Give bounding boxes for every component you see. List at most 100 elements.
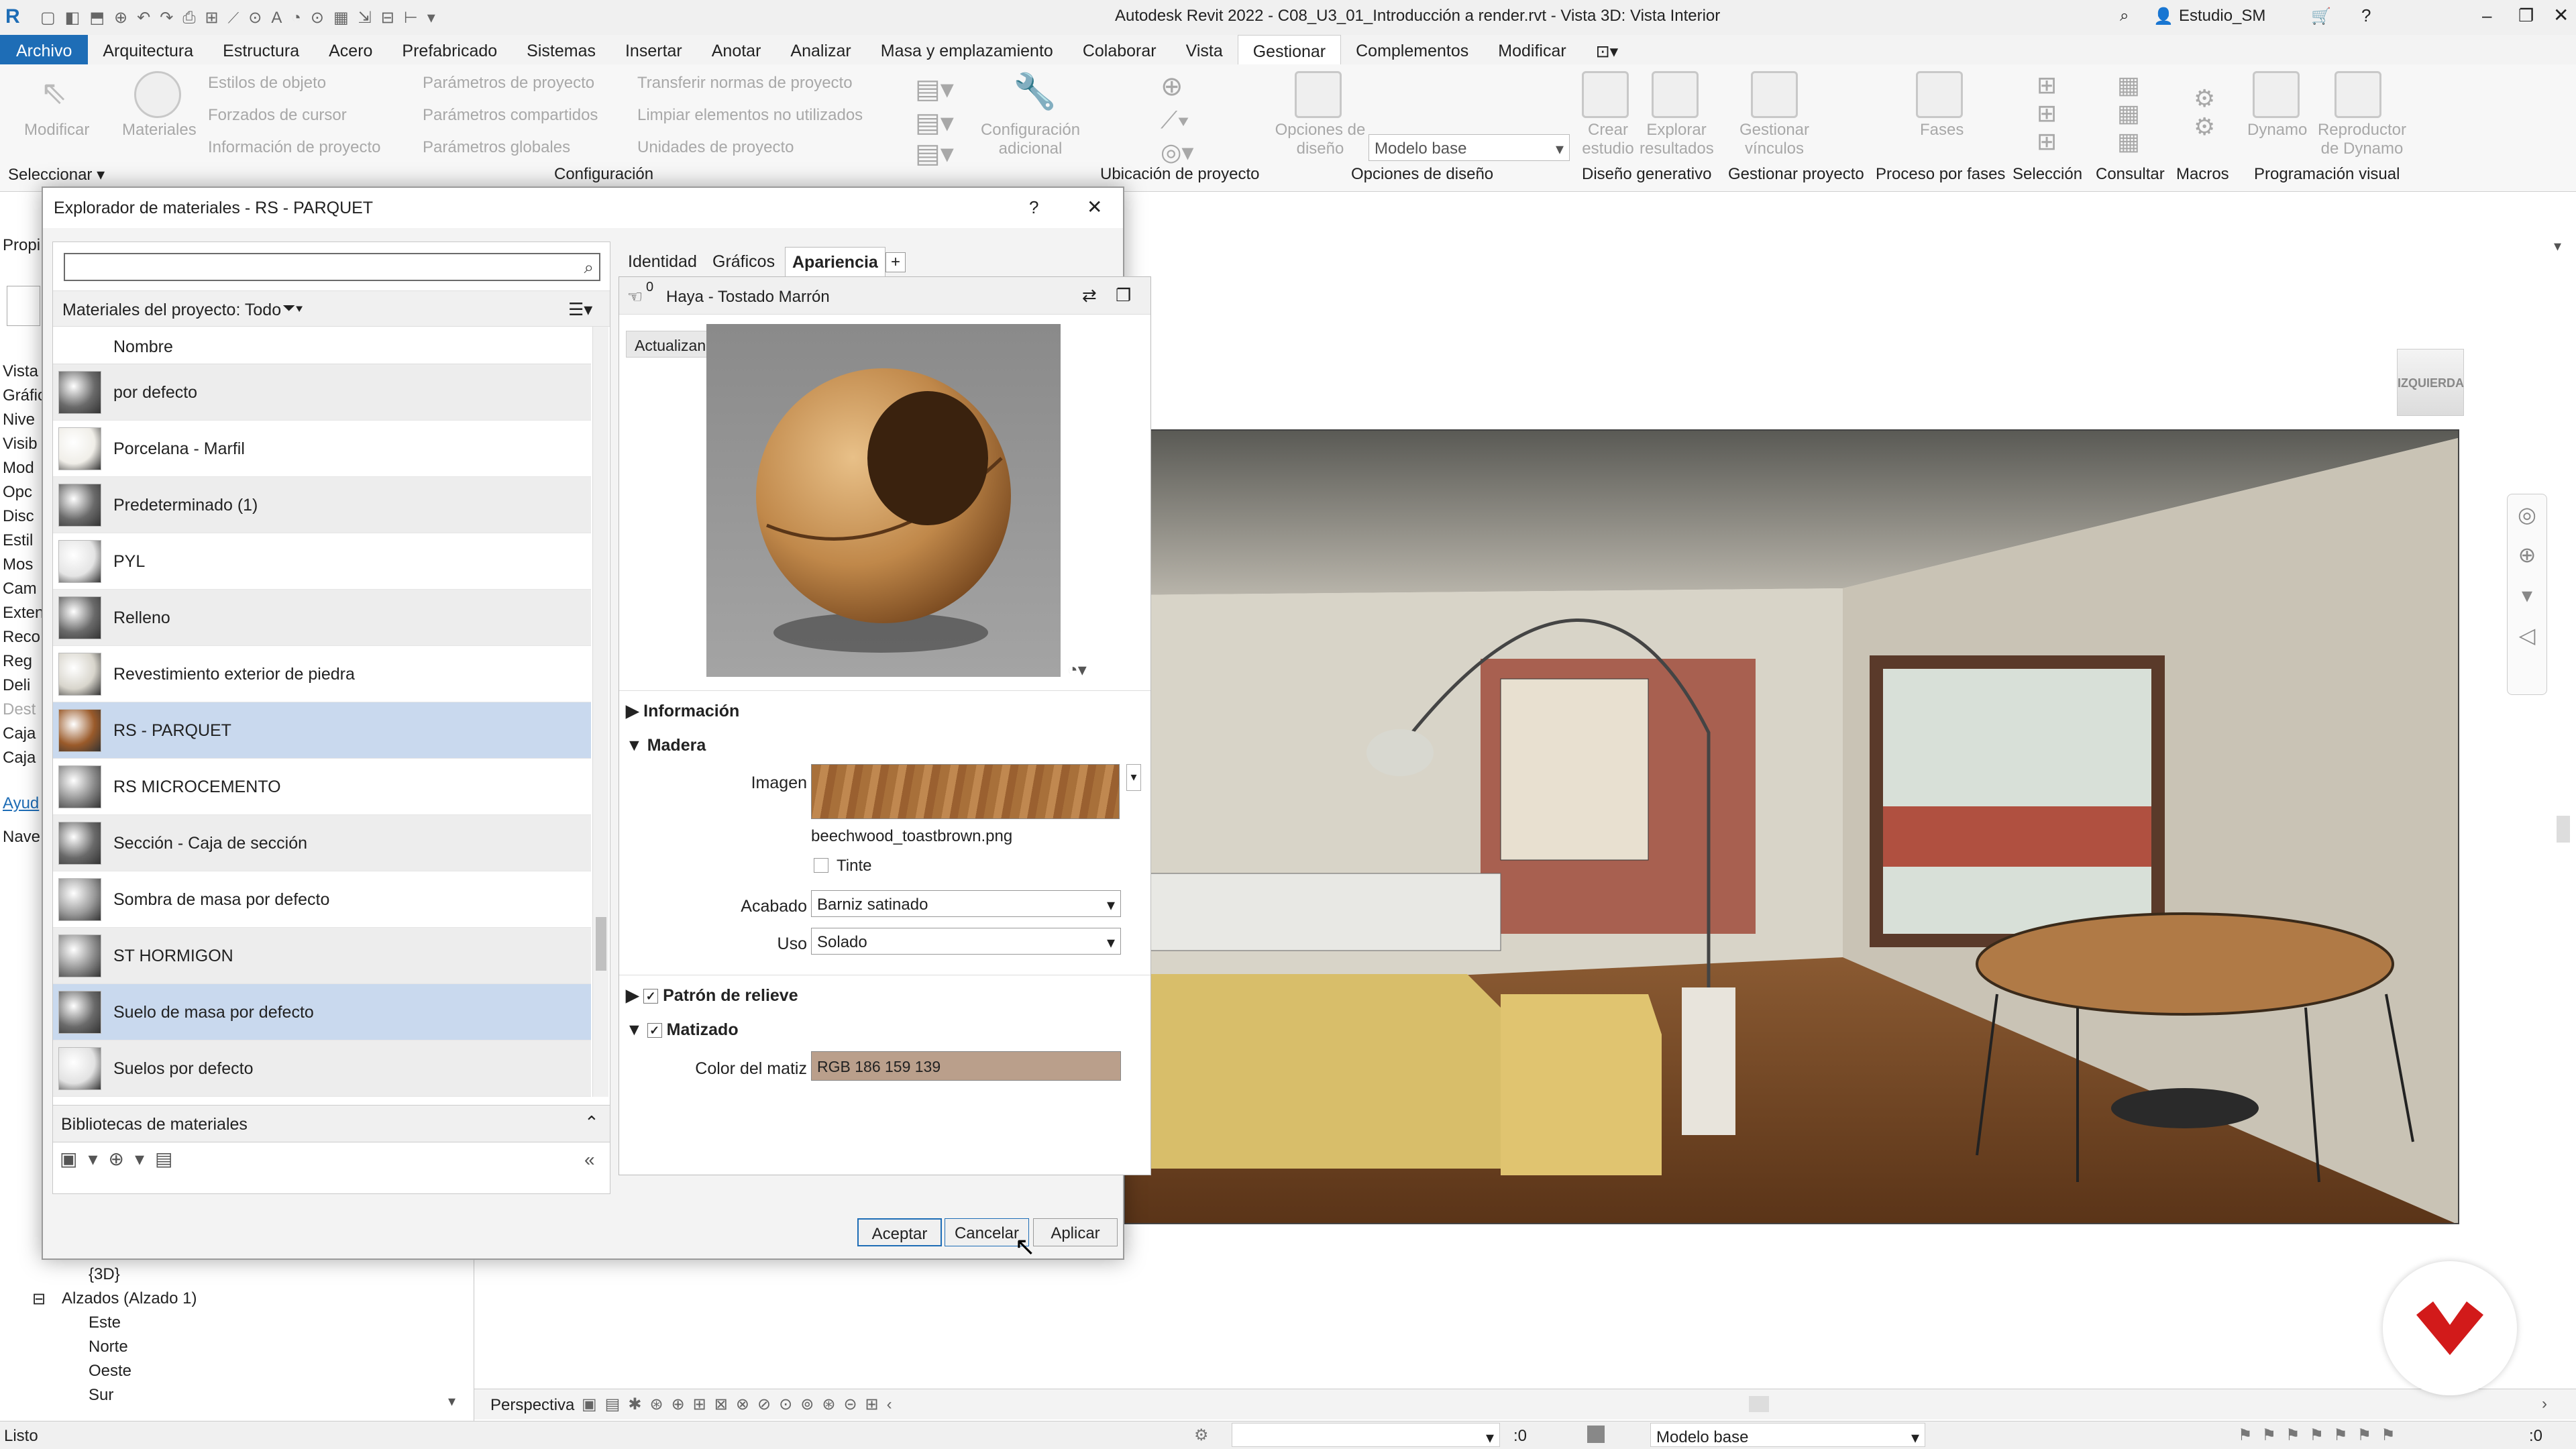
prop-item[interactable]: Nive — [3, 408, 42, 432]
object-styles-button[interactable]: Estilos de objeto — [208, 74, 326, 93]
section-relief[interactable]: ▶ ✓ Patrón de relieve — [626, 985, 798, 1006]
filter-count[interactable]: :0 — [2529, 1427, 2542, 1446]
material-row[interactable]: Porcelana - Marfil — [53, 421, 591, 477]
tree-item-3d[interactable]: {3D} — [89, 1265, 120, 1284]
tree-item-este[interactable]: Este — [89, 1313, 121, 1332]
tab-apariencia[interactable]: Apariencia — [785, 247, 885, 276]
menu-gestionar[interactable]: Gestionar — [1237, 35, 1342, 64]
additional-settings-button[interactable]: Configuración adicional — [977, 121, 1084, 158]
design-option-select[interactable]: Modelo base ▾ — [1368, 134, 1570, 161]
material-list-scrollbar[interactable] — [592, 327, 608, 1097]
prop-item[interactable]: Mos — [3, 553, 42, 577]
panel-options-icon[interactable]: ▾ — [2554, 237, 2561, 255]
collapse-panel-icon[interactable]: « — [584, 1149, 595, 1171]
design-option-status-select[interactable]: Modelo base ▾ — [1650, 1423, 1925, 1447]
scroll-right-icon[interactable]: › — [2542, 1395, 2547, 1413]
menu-prefabricado[interactable]: Prefabricado — [387, 35, 512, 64]
prop-item[interactable]: Cam — [3, 577, 42, 601]
prop-item[interactable]: Caja — [3, 722, 42, 746]
viewport-scrollbar[interactable] — [2557, 816, 2570, 843]
global-params-button[interactable]: Parámetros globales — [423, 138, 570, 157]
menu-extra-icon[interactable]: ⊡▾ — [1581, 35, 1633, 64]
help-icon[interactable]: ? — [2361, 5, 2371, 26]
prop-item[interactable]: Visib — [3, 432, 42, 456]
add-asset-button[interactable]: + — [885, 252, 906, 272]
dialog-title-bar[interactable]: Explorador de materiales - RS - PARQUET … — [43, 188, 1123, 228]
restore-button[interactable]: ❐ — [2518, 5, 2534, 26]
projection-mode[interactable]: Perspectiva — [490, 1396, 574, 1415]
tint-color-swatch[interactable]: RGB 186 159 139 — [811, 1051, 1121, 1081]
prop-item[interactable]: Vista — [3, 360, 42, 384]
type-selector-icon[interactable] — [7, 286, 40, 326]
tint-section-checkbox[interactable]: ✓ — [647, 1023, 662, 1038]
replace-asset-icon[interactable]: ⇄ — [1082, 285, 1097, 306]
prop-item[interactable]: Dest — [3, 698, 42, 722]
duplicate-asset-icon[interactable]: ❐ — [1116, 285, 1131, 306]
menu-masa[interactable]: Masa y emplazamiento — [866, 35, 1068, 64]
material-row[interactable]: Suelo de masa por defecto — [53, 984, 591, 1040]
library-toolbar-icons[interactable]: ▣▾⊕▾▤ — [60, 1148, 183, 1170]
project-info-button[interactable]: Información de proyecto — [208, 138, 380, 157]
filter-icon[interactable]: ⏷▾ — [282, 299, 303, 318]
material-row[interactable]: RS MICROCEMENTO — [53, 759, 591, 815]
phases-button[interactable]: Fases — [1920, 121, 1964, 140]
worksharing-icon[interactable]: ⚙ — [1194, 1426, 1209, 1445]
menu-acero[interactable]: Acero — [314, 35, 387, 64]
tree-item-norte[interactable]: Norte — [89, 1338, 128, 1356]
prop-item[interactable]: Reg — [3, 649, 42, 674]
menu-anotar[interactable]: Anotar — [697, 35, 776, 64]
search-input[interactable]: ⌕ — [64, 253, 600, 281]
section-wood[interactable]: ▼ Madera — [626, 736, 706, 755]
workset-select[interactable]: ▾ — [1232, 1423, 1500, 1447]
settings-stack-icon[interactable]: ▤▾ — [915, 74, 954, 105]
properties-help-link[interactable]: Ayud — [3, 794, 39, 813]
settings-stack-icon-3[interactable]: ▤▾ — [915, 138, 954, 169]
navigation-bar[interactable]: ◎ ⊕ ▾ ◁ — [2507, 494, 2547, 695]
use-select[interactable]: Solado ▾ — [811, 928, 1121, 955]
dynamo-button[interactable]: Dynamo — [2247, 121, 2307, 140]
prop-item[interactable]: Gráfic — [3, 384, 42, 408]
shared-params-button[interactable]: Parámetros compartidos — [423, 106, 598, 125]
dynamo-player-button[interactable]: Reproductor de Dynamo — [2312, 121, 2412, 158]
project-params-button[interactable]: Parámetros de proyecto — [423, 74, 594, 93]
group-select[interactable]: Seleccionar ▾ — [8, 165, 105, 184]
prop-item[interactable]: Mod — [3, 456, 42, 480]
material-row[interactable]: por defecto — [53, 364, 591, 421]
dialog-close-button[interactable]: ✕ — [1087, 196, 1102, 218]
selection-icons[interactable]: ⊞ ⊞ ⊞ — [2037, 71, 2057, 156]
cart-icon[interactable]: 🛒 — [2311, 7, 2331, 26]
position-icon[interactable]: ◎▾ — [1161, 138, 1193, 166]
expand-libraries-icon[interactable]: ⌃ — [584, 1112, 599, 1133]
menu-insertar[interactable]: Insertar — [610, 35, 697, 64]
tree-item-sur[interactable]: Sur — [89, 1386, 113, 1405]
menu-modificar[interactable]: Modificar — [1483, 35, 1580, 64]
location-icon[interactable]: ⊕ — [1161, 71, 1183, 102]
section-information[interactable]: ▶ Información — [626, 701, 739, 721]
material-row[interactable]: Predeterminado (1) — [53, 477, 591, 533]
menu-colaborar[interactable]: Colaborar — [1068, 35, 1171, 64]
accept-button[interactable]: Aceptar — [857, 1218, 942, 1246]
material-row[interactable]: Sección - Caja de sección — [53, 815, 591, 871]
editing-requests[interactable]: :0 — [1513, 1427, 1527, 1446]
manage-links-button[interactable]: Gestionar vínculos — [1731, 121, 1818, 158]
minimize-button[interactable]: – — [2482, 5, 2491, 26]
section-tint[interactable]: ▼ ✓ Matizado — [626, 1020, 739, 1040]
wood-texture-swatch[interactable] — [811, 764, 1120, 819]
menu-complementos[interactable]: Complementos — [1341, 35, 1483, 64]
create-study-button[interactable]: Crear estudio — [1578, 121, 1638, 158]
list-view-icon[interactable]: ☰▾ — [568, 299, 592, 320]
texture-options-icon[interactable]: ▾ — [1126, 764, 1141, 791]
menu-estructura[interactable]: Estructura — [208, 35, 314, 64]
design-options-button[interactable]: Opciones de diseño — [1273, 121, 1367, 158]
material-row[interactable]: Revestimiento exterior de piedra — [53, 646, 591, 702]
coordinates-icon[interactable]: ⟋▾ — [1161, 106, 1189, 135]
menu-vista[interactable]: Vista — [1171, 35, 1238, 64]
material-row[interactable]: Relleno — [53, 590, 591, 646]
design-option-icon[interactable] — [1587, 1426, 1605, 1443]
tree-toggle-icon[interactable]: ⊟ — [32, 1289, 46, 1309]
prop-item[interactable]: Deli — [3, 674, 42, 698]
binoculars-icon[interactable]: ⌕ — [2120, 7, 2129, 25]
purge-unused-button[interactable]: Limpiar elementos no utilizados — [637, 106, 863, 125]
prop-item[interactable]: Estil — [3, 529, 42, 553]
tint-checkbox[interactable] — [814, 858, 828, 873]
